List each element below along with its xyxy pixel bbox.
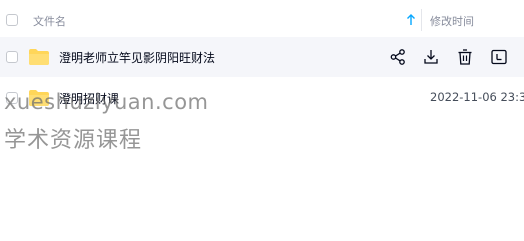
share-icon[interactable] [388,47,408,67]
select-all-checkbox[interactable] [6,14,18,26]
modified-time: 2022-11-06 23:3 [430,90,524,104]
sort-ascending-icon[interactable] [405,12,417,28]
file-name[interactable]: 澄明老师立竿见影阴阳旺财法 [59,49,215,66]
column-divider[interactable] [421,9,422,31]
row-checkbox[interactable] [6,51,18,63]
folder-icon [29,49,49,65]
column-header-name[interactable]: 文件名 [33,13,66,29]
file-row[interactable]: 澄明老师立竿见影阴阳旺财法 [0,37,524,77]
more-icon[interactable] [489,47,509,67]
delete-icon[interactable] [455,47,475,67]
download-icon[interactable] [421,47,441,67]
watermark-text: 学术资源课程 [4,128,143,153]
watermark-url: xueshuziyuan.com [4,90,209,114]
column-header-modified[interactable]: 修改时间 [430,13,474,29]
